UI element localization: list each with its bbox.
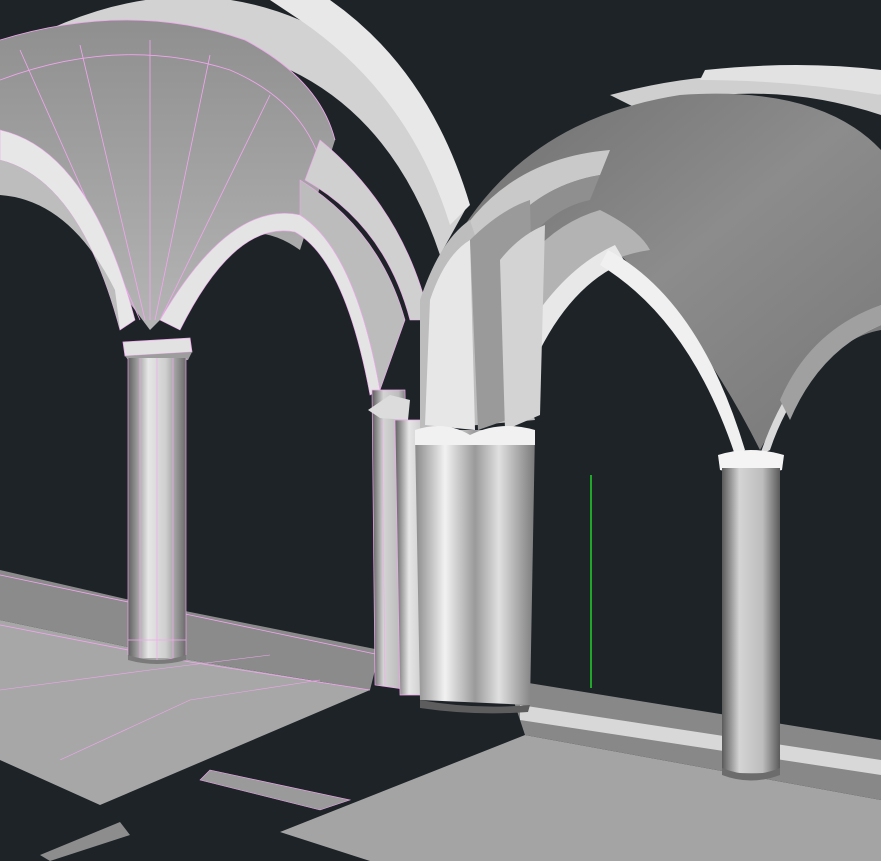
- cad-3d-viewport[interactable]: [0, 0, 881, 861]
- vaulted-arcade-scene: [0, 0, 881, 861]
- floor-right: [280, 680, 881, 861]
- right-bay: [415, 65, 881, 781]
